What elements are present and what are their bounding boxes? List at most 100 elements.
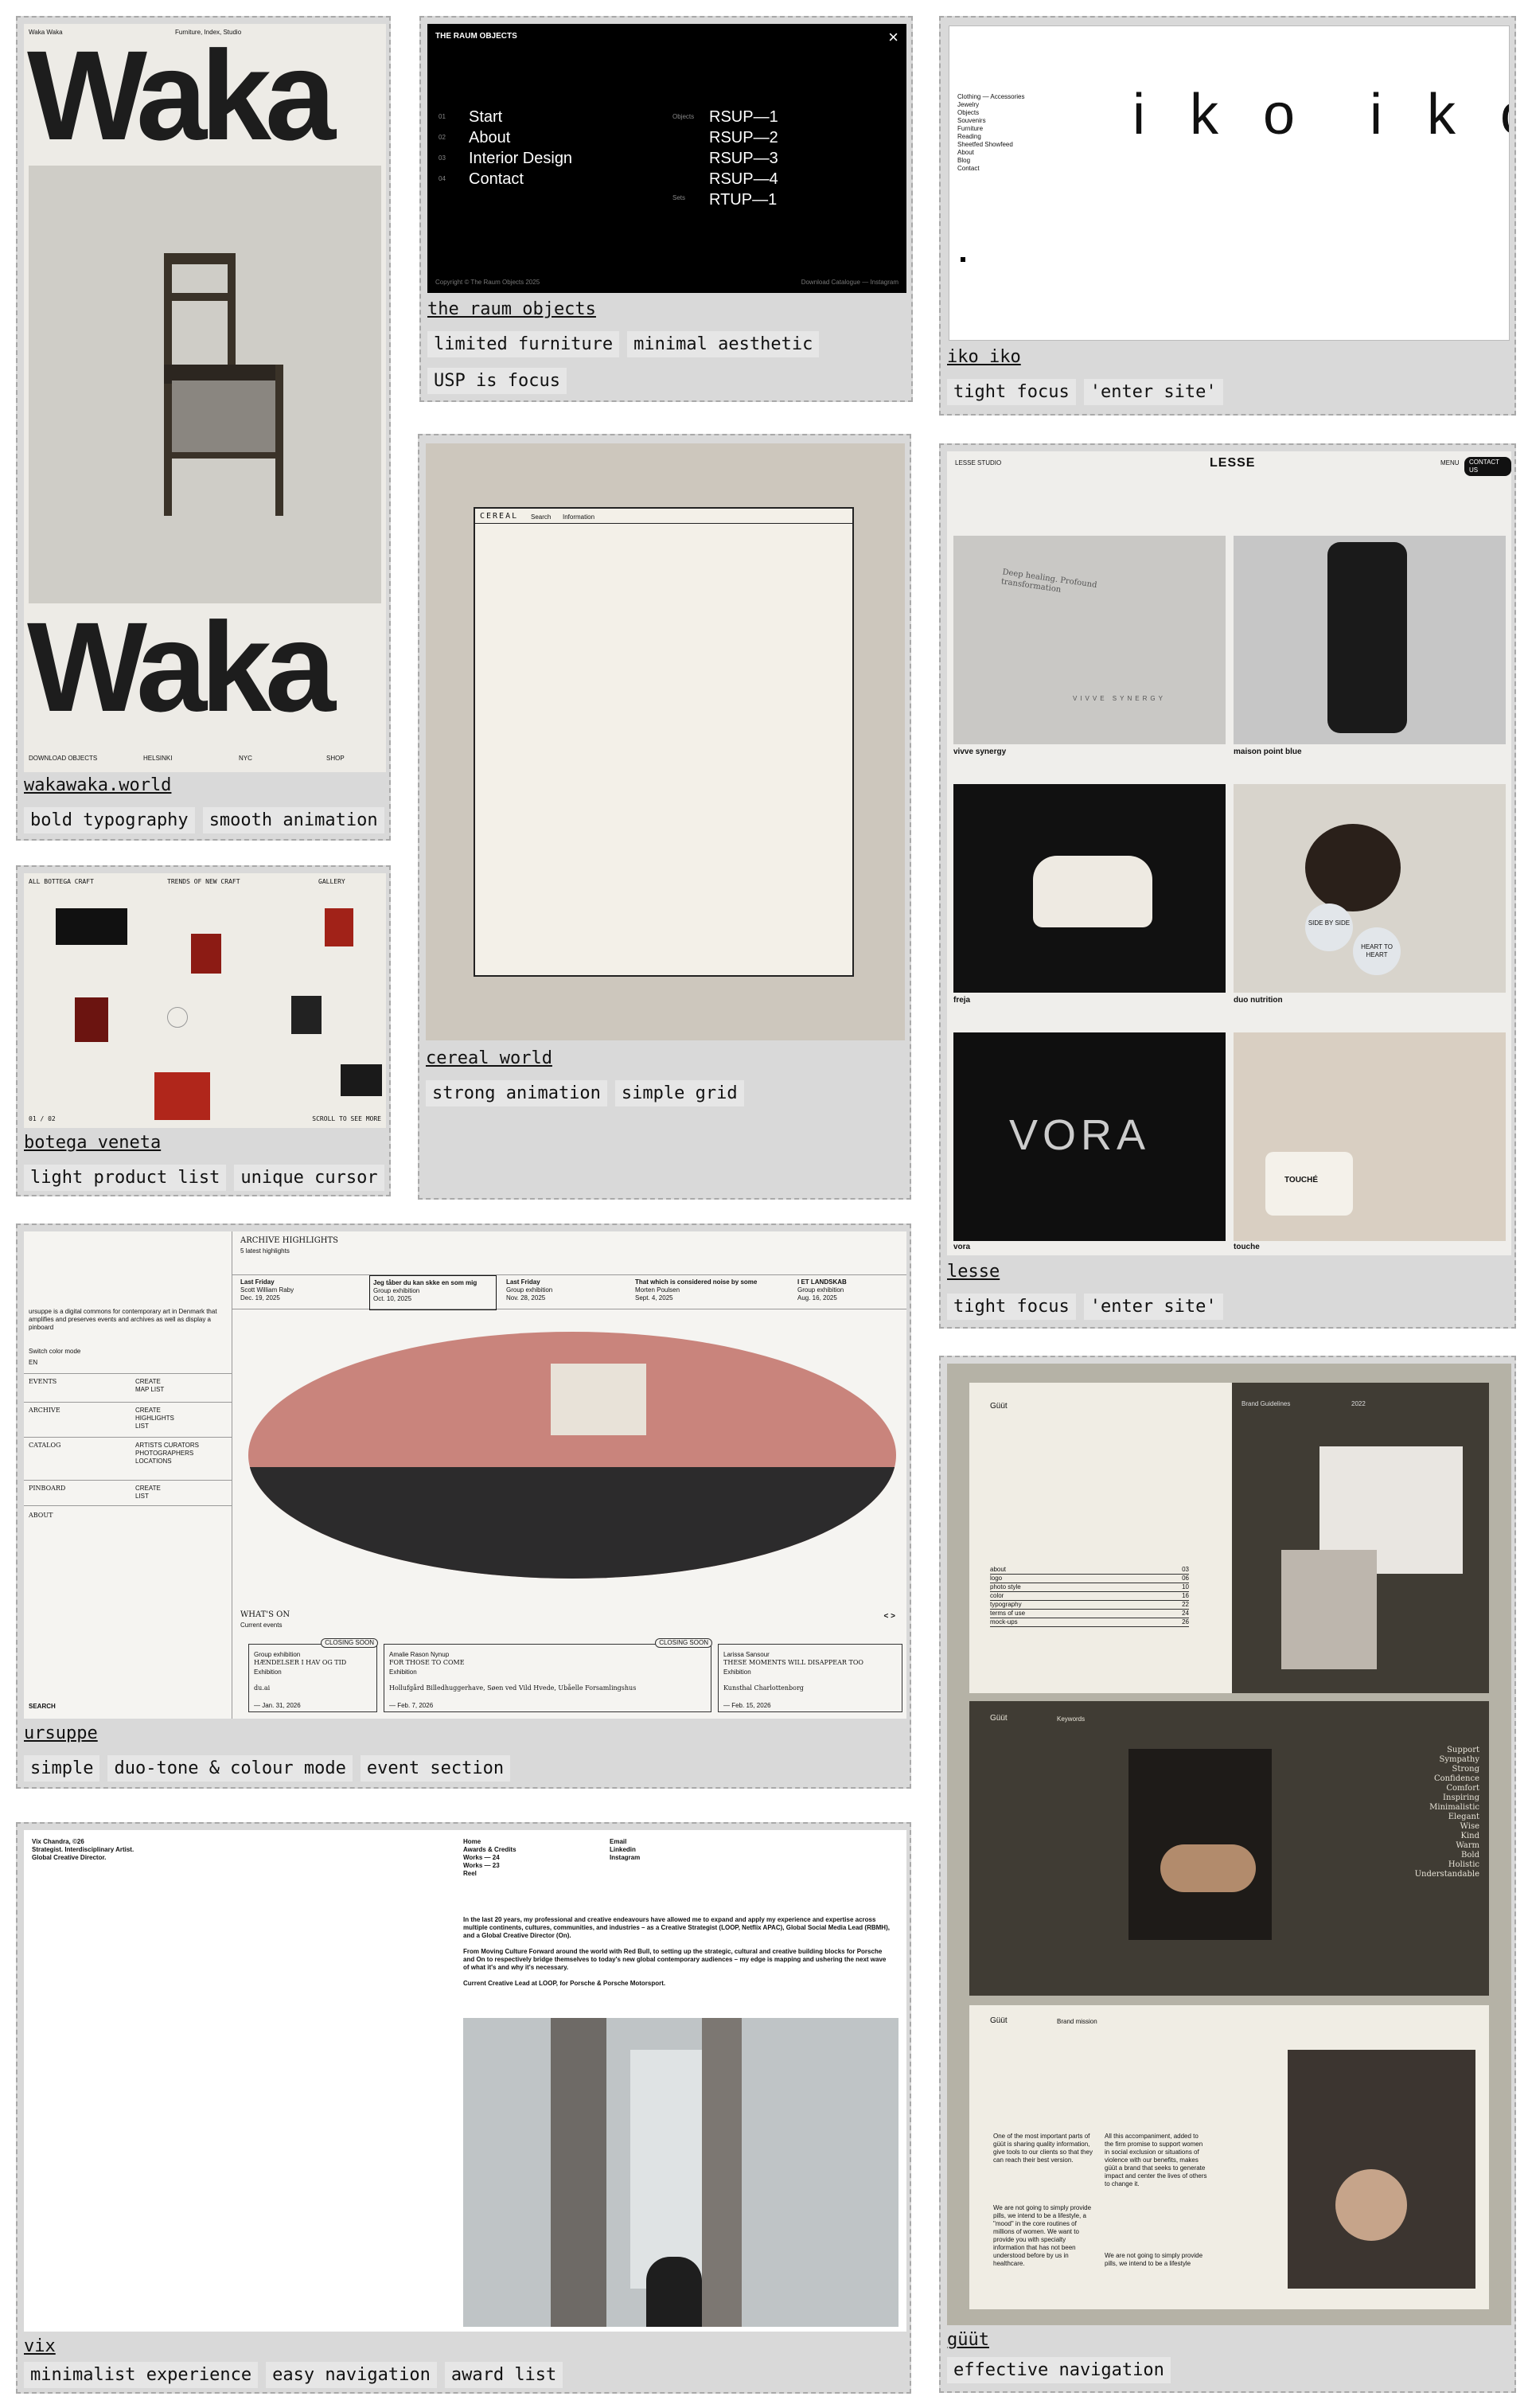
iko-menu-item[interactable]: Souvenirs	[957, 117, 1024, 125]
project-image-touche[interactable]: TOUCHÉ	[1234, 1032, 1506, 1241]
vix-link[interactable]: Linkedin	[610, 1846, 640, 1854]
card-title[interactable]: lesse	[947, 1262, 1000, 1282]
waka-footer-4[interactable]: SHOP	[326, 755, 345, 763]
iko-menu-item[interactable]: Clothing — Accessories	[957, 93, 1024, 101]
cereal-logo[interactable]: CEREAL	[480, 512, 518, 521]
product-thumb[interactable]	[56, 908, 127, 945]
vix-nav[interactable]: Home Awards & Credits Works — 24 Works —…	[463, 1838, 516, 1878]
menu-events-sub[interactable]: CREATE MAP LIST	[135, 1378, 175, 1394]
menu-catalog-sub[interactable]: ARTISTS CURATORS PHOTOGRAPHERS LOCATIONS	[135, 1442, 207, 1465]
iko-menu-item[interactable]: Blog	[957, 157, 1024, 165]
menu-archive-sub[interactable]: CREATE HIGHLIGHTS LIST	[135, 1407, 183, 1430]
iko-menu-item[interactable]: Jewelry	[957, 101, 1024, 109]
menu-events[interactable]: EVENTS	[29, 1378, 57, 1386]
raum-footer-right[interactable]: Download Catalogue — Instagram	[801, 279, 898, 287]
project-label[interactable]: vora	[953, 1243, 970, 1252]
event-card[interactable]: CLOSING SOON Amalie Rason Nynup FOR THOS…	[384, 1638, 712, 1712]
product-thumb[interactable]	[154, 1072, 210, 1120]
product-thumb[interactable]	[191, 934, 221, 974]
raum-nav-contact[interactable]: Contact	[469, 170, 524, 189]
card-guut[interactable]: Güüt Brand Guidelines 2022 about 03 logo 0…	[939, 1356, 1516, 2393]
carousel-arrows[interactable]: < >	[884, 1612, 895, 1622]
botega-top-right[interactable]: GALLERY	[318, 878, 345, 886]
vix-link[interactable]: Instagram	[610, 1854, 640, 1862]
vix-links[interactable]: Email Linkedin Instagram	[610, 1838, 640, 1862]
iko-menu-item[interactable]: Furniture	[957, 125, 1024, 133]
card-wakawaka[interactable]: Waka Waka Furniture, Index, Studio Waka …	[16, 16, 391, 841]
cereal-nav-search[interactable]: Search	[531, 513, 551, 521]
toc-row[interactable]: mock-ups 26	[990, 1618, 1189, 1627]
close-icon[interactable]: ×	[888, 27, 898, 48]
vix-nav-item[interactable]: Works — 24	[463, 1854, 516, 1862]
project-label[interactable]: duo nutrition	[1234, 996, 1283, 1005]
menu-catalog[interactable]: CATALOG	[29, 1442, 60, 1450]
highlight-card[interactable]: I ET LANDSKAB Group exhibition Aug. 16, 20…	[797, 1278, 901, 1302]
cart-icon[interactable]	[961, 257, 965, 262]
iko-menu-item[interactable]: About	[957, 149, 1024, 157]
guut-page-toc[interactable]: Güüt Brand Guidelines 2022 about 03 logo 0…	[969, 1383, 1489, 1693]
iko-menu-item[interactable]: Contact	[957, 165, 1024, 173]
lesse-logo[interactable]: LESSE	[1210, 456, 1255, 470]
card-ursuppe[interactable]: ursuppe is a digital commons for contemp…	[16, 1224, 911, 1789]
guut-screenshot[interactable]: Güüt Brand Guidelines 2022 about 03 logo 0…	[947, 1364, 1511, 2325]
highlight-card[interactable]: That which is considered noise by some Mo…	[635, 1278, 770, 1302]
project-image-vivve[interactable]: Deep healing. Profound transformation VI…	[953, 536, 1226, 744]
event-card[interactable]: Larissa Sansour THESE MOMENTS WILL DISAP…	[718, 1644, 902, 1712]
project-label[interactable]: touche	[1234, 1243, 1260, 1252]
raum-item-3[interactable]: RSUP—3	[709, 150, 778, 168]
lesse-screenshot[interactable]: LESSE STUDIO LESSE MENU CONTACT US Deep …	[947, 451, 1511, 1255]
card-lesse[interactable]: LESSE STUDIO LESSE MENU CONTACT US Deep …	[939, 443, 1516, 1329]
guut-page-keywords[interactable]: Güüt Keywords Support Sympathy Strong Co…	[969, 1701, 1489, 1996]
vix-nav-item[interactable]: Reel	[463, 1870, 516, 1878]
event-photo-oval[interactable]	[248, 1332, 896, 1579]
project-label[interactable]: vivve synergy	[953, 747, 1006, 757]
event-card[interactable]: CLOSING SOON Group exhibition HÆNDELSER …	[248, 1638, 378, 1712]
card-title[interactable]: wakawaka.world	[24, 775, 171, 795]
vix-nav-item[interactable]: Home	[463, 1838, 516, 1846]
project-label[interactable]: maison point blue	[1234, 747, 1302, 757]
iko-screenshot[interactable]: i k o i k o Clothing — Accessories Jewel…	[949, 25, 1510, 341]
toc-row[interactable]: terms of use 24	[990, 1610, 1189, 1618]
highlight-card[interactable]: Last Friday Group exhibition Nov. 28, 2025	[506, 1278, 626, 1302]
toc-row[interactable]: photo style 10	[990, 1583, 1189, 1592]
card-title[interactable]: ursuppe	[24, 1723, 98, 1743]
product-thumb[interactable]	[325, 908, 353, 946]
project-image-duo[interactable]: SIDE BY SIDE HEART TO HEART	[1234, 784, 1506, 993]
card-title[interactable]: botega veneta	[24, 1133, 161, 1153]
toc[interactable]: about 03 logo 06 photo style 10 color 16 typ…	[990, 1566, 1189, 1627]
card-cereal-world[interactable]: CEREAL Search Information cereal world s…	[418, 434, 911, 1200]
project-image-vora[interactable]: VORA	[953, 1032, 1226, 1241]
card-botega-veneta[interactable]: ALL BOTTEGA CRAFT TRENDS OF NEW CRAFT GA…	[16, 865, 391, 1196]
card-title[interactable]: the raum objects	[427, 299, 596, 319]
vix-nav-item[interactable]: Awards & Credits	[463, 1846, 516, 1854]
iko-menu-item[interactable]: Objects	[957, 109, 1024, 117]
menu-pinboard[interactable]: PINBOARD	[29, 1485, 65, 1493]
highlight-card[interactable]: Last Friday Scott William Raby Dec. 19, 20…	[240, 1278, 360, 1302]
vix-screenshot[interactable]: Vix Chandra, ©26 Strategist. Interdiscip…	[24, 1830, 906, 2332]
iko-menu[interactable]: Clothing — Accessories Jewelry Objects S…	[957, 93, 1024, 173]
card-title[interactable]: iko iko	[947, 347, 1021, 367]
card-title[interactable]: cereal world	[426, 1048, 552, 1068]
vix-nav-item[interactable]: Works — 23	[463, 1862, 516, 1870]
raum-nav-about[interactable]: About	[469, 129, 510, 147]
card-raum-objects[interactable]: THE RAUM OBJECTS × 01 02 03 04 Start Abo…	[419, 16, 913, 402]
product-thumb[interactable]	[291, 996, 322, 1034]
raum-item-2[interactable]: RSUP—2	[709, 129, 778, 147]
product-thumb[interactable]	[341, 1064, 382, 1096]
lang-toggle[interactable]: EN	[29, 1359, 37, 1367]
botega-screenshot[interactable]: ALL BOTTEGA CRAFT TRENDS OF NEW CRAFT GA…	[24, 873, 386, 1128]
project-image-freja[interactable]	[953, 784, 1226, 993]
raum-nav-interior[interactable]: Interior Design	[469, 150, 572, 168]
iko-menu-item[interactable]: Sheetfed Showfeed	[957, 141, 1024, 149]
cereal-screenshot[interactable]: CEREAL Search Information	[426, 443, 905, 1040]
toc-row[interactable]: color 16	[990, 1592, 1189, 1601]
raum-nav-start[interactable]: Start	[469, 108, 502, 127]
menu-pinboard-sub[interactable]: CREATE LIST	[135, 1485, 167, 1501]
menu-archive[interactable]: ARCHIVE	[29, 1407, 60, 1415]
waka-footer-1[interactable]: DOWNLOAD OBJECTS	[29, 755, 97, 763]
card-title[interactable]: vix	[24, 2336, 56, 2356]
project-label[interactable]: freja	[953, 996, 970, 1005]
cereal-nav-info[interactable]: Information	[563, 513, 594, 521]
card-iko-iko[interactable]: i k o i k o Clothing — Accessories Jewel…	[939, 16, 1516, 416]
switch-color-mode[interactable]: Switch color mode	[29, 1348, 80, 1356]
